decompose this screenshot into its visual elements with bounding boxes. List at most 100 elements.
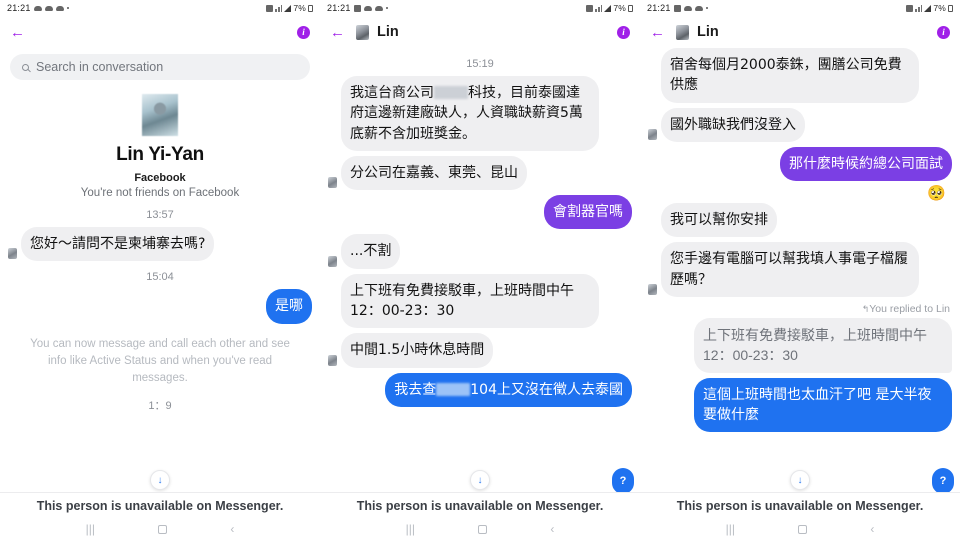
message-bubble-outgoing[interactable]: 這個上班時間也太血汗了吧 是大半夜要做什麼	[694, 377, 952, 433]
profile-platform: Facebook	[134, 172, 186, 184]
message-row: 我可以幫你安排	[648, 203, 952, 238]
message-row: 那什麼時候約總公司面試	[648, 146, 952, 182]
message-bubble-incoming[interactable]: 宿舍每個月2000泰銖，團膳公司免費供應	[661, 48, 919, 103]
message-bubble-outgoing[interactable]: 那什麼時候約總公司面試	[780, 146, 952, 182]
status-bar-right: 7%	[266, 3, 313, 13]
quoted-message[interactable]: 上下班有免費接駁車，上班時間中午12：00-23：30	[694, 318, 952, 373]
cloud-icon	[55, 5, 64, 11]
wifi-icon	[915, 4, 923, 12]
profile-header: Lin Yi-Yan Facebook You're not friends o…	[0, 80, 320, 199]
message-reaction[interactable]: 🥺	[648, 186, 946, 201]
status-bar-left: 21:21	[327, 3, 388, 13]
phone-screen-1: 21:21 7% ← i Search in conversation Lin …	[0, 0, 320, 540]
back-icon[interactable]: ←	[330, 25, 346, 40]
sender-avatar-icon	[328, 354, 337, 366]
message-row: 是哪	[8, 289, 312, 324]
message-bubble-incoming[interactable]: 中間1.5小時休息時間	[341, 333, 494, 368]
scroll-to-bottom-icon[interactable]: ↓	[470, 470, 490, 490]
recents-icon[interactable]: |||	[406, 523, 415, 535]
home-icon[interactable]	[798, 524, 808, 534]
message-row: ...不割	[328, 234, 632, 269]
message-thread[interactable]: 宿舍每個月2000泰銖，團膳公司免費供應 國外職缺我們沒登入 那什麼時候約總公司…	[640, 48, 960, 492]
conversation-title: Lin	[377, 24, 399, 40]
message-bubble-incoming[interactable]: 上下班有免費接駁車，上班時間中午12：00-23：30	[341, 273, 599, 329]
timestamp: 15:04	[146, 271, 174, 284]
recents-icon[interactable]: |||	[86, 523, 95, 535]
phone-screen-3: 21:21 7% ← Lin i 宿舍每個月2000泰銖，團膳公司免費供應 國外…	[640, 0, 960, 540]
timestamp: 1：9	[148, 400, 172, 413]
conversation-title: Lin	[697, 24, 719, 40]
cloud-icon	[374, 5, 383, 11]
back-icon[interactable]: ←	[650, 25, 666, 40]
conversation-avatar[interactable]	[356, 24, 369, 40]
home-icon[interactable]	[158, 524, 168, 534]
message-thread[interactable]: 15:19 我這台商公司 科技，目前泰國達府這邊新建廠缺人，人資職缺薪資5萬底薪不…	[320, 48, 640, 492]
android-nav-bar: ||| ‹	[320, 518, 640, 540]
cloud-icon	[33, 5, 42, 11]
recents-icon[interactable]: |||	[726, 523, 735, 535]
message-bubble-incoming[interactable]: 我這台商公司 科技，目前泰國達府這邊新建廠缺人，人資職缺薪資5萬底薪不含加班獎金。	[341, 76, 599, 151]
message-bubble-incoming[interactable]: 您手邊有電腦可以幫我填人事電子檔履歷嗎？	[661, 242, 919, 298]
alarm-icon	[266, 4, 274, 12]
scroll-to-bottom-icon[interactable]: ↓	[790, 470, 810, 490]
message-bubble-incoming[interactable]: 分公司在嘉義、東莞、昆山	[341, 155, 527, 191]
more-dot-icon	[66, 7, 69, 9]
battery-percent: 7%	[933, 3, 946, 13]
message-row: 宿舍每個月2000泰銖，團膳公司免費供應	[648, 48, 952, 103]
home-icon[interactable]	[478, 524, 488, 534]
search-input[interactable]: Search in conversation	[10, 54, 310, 80]
sender-avatar-icon	[328, 255, 337, 267]
message-bubble-outgoing[interactable]: 會割器官嗎	[544, 195, 632, 230]
message-text-before: 我這台商公司	[350, 85, 434, 101]
message-thread[interactable]: 13:57 您好〜請問不是柬埔寨去嗎? 15:04 是哪 You can now…	[0, 199, 320, 492]
back-nav-icon[interactable]: ‹	[230, 523, 234, 535]
info-icon[interactable]: i	[617, 25, 630, 39]
reply-context-text: You replied to Lin	[869, 303, 950, 316]
message-row: 您好〜請問不是柬埔寨去嗎?	[8, 227, 312, 262]
more-dot-icon	[705, 7, 708, 9]
signal-icon	[924, 4, 932, 12]
screenshot-icon	[673, 4, 681, 12]
conversation-avatar[interactable]	[676, 24, 689, 40]
avatar[interactable]	[142, 94, 178, 136]
battery-icon	[628, 4, 633, 12]
back-nav-icon[interactable]: ‹	[870, 523, 874, 535]
unavailable-banner: This person is unavailable on Messenger.	[320, 492, 640, 518]
cloud-icon	[683, 5, 692, 11]
message-row: 中間1.5小時休息時間	[328, 333, 632, 368]
alarm-icon	[586, 4, 594, 12]
message-row: 上下班有免費接駁車，上班時間中午12：00-23：30	[328, 273, 632, 329]
battery-icon	[308, 4, 313, 12]
system-note: You can now message and call each other …	[30, 337, 290, 385]
unsupported-message-badge[interactable]: ?	[932, 468, 954, 492]
status-bar-right: 7%	[586, 3, 633, 13]
info-icon[interactable]: i	[937, 25, 950, 39]
reply-context-label: ↰You replied to Lin	[648, 303, 950, 315]
message-bubble-incoming[interactable]: ...不割	[341, 234, 401, 269]
scroll-to-bottom-icon[interactable]: ↓	[150, 470, 170, 490]
message-text-after: 104上又沒在徵人去泰國	[470, 381, 623, 398]
cloud-icon	[694, 5, 703, 11]
message-bubble-outgoing[interactable]: 我去查 104上又沒在徵人去泰國	[385, 372, 632, 407]
back-icon[interactable]: ←	[10, 25, 26, 40]
message-bubble-incoming[interactable]: 我可以幫你安排	[661, 203, 777, 238]
unsupported-message-badge[interactable]: ?	[612, 468, 634, 492]
wifi-icon	[595, 4, 603, 12]
message-row: 上下班有免費接駁車，上班時間中午12：00-23：30	[648, 318, 952, 373]
message-bubble-incoming[interactable]: 國外職缺我們沒登入	[661, 107, 805, 142]
message-bubble-outgoing[interactable]: 是哪	[266, 289, 312, 324]
message-row: 我這台商公司 科技，目前泰國達府這邊新建廠缺人，人資職缺薪資5萬底薪不含加班獎金。	[328, 76, 632, 151]
signal-icon	[284, 4, 292, 12]
sender-avatar-icon	[328, 177, 337, 189]
app-bar: ← Lin i	[640, 16, 960, 48]
status-bar: 21:21 7%	[320, 0, 640, 16]
message-bubble-incoming[interactable]: 您好〜請問不是柬埔寨去嗎?	[21, 227, 215, 262]
status-bar-time: 21:21	[647, 3, 671, 13]
profile-name: Lin Yi-Yan	[116, 144, 204, 165]
info-icon[interactable]: i	[297, 25, 310, 39]
screenshot-collage: 21:21 7% ← i Search in conversation Lin …	[0, 0, 960, 540]
status-bar-time: 21:21	[7, 3, 31, 13]
more-dot-icon	[385, 7, 388, 9]
back-nav-icon[interactable]: ‹	[550, 523, 554, 535]
timestamp: 13:57	[146, 209, 174, 221]
